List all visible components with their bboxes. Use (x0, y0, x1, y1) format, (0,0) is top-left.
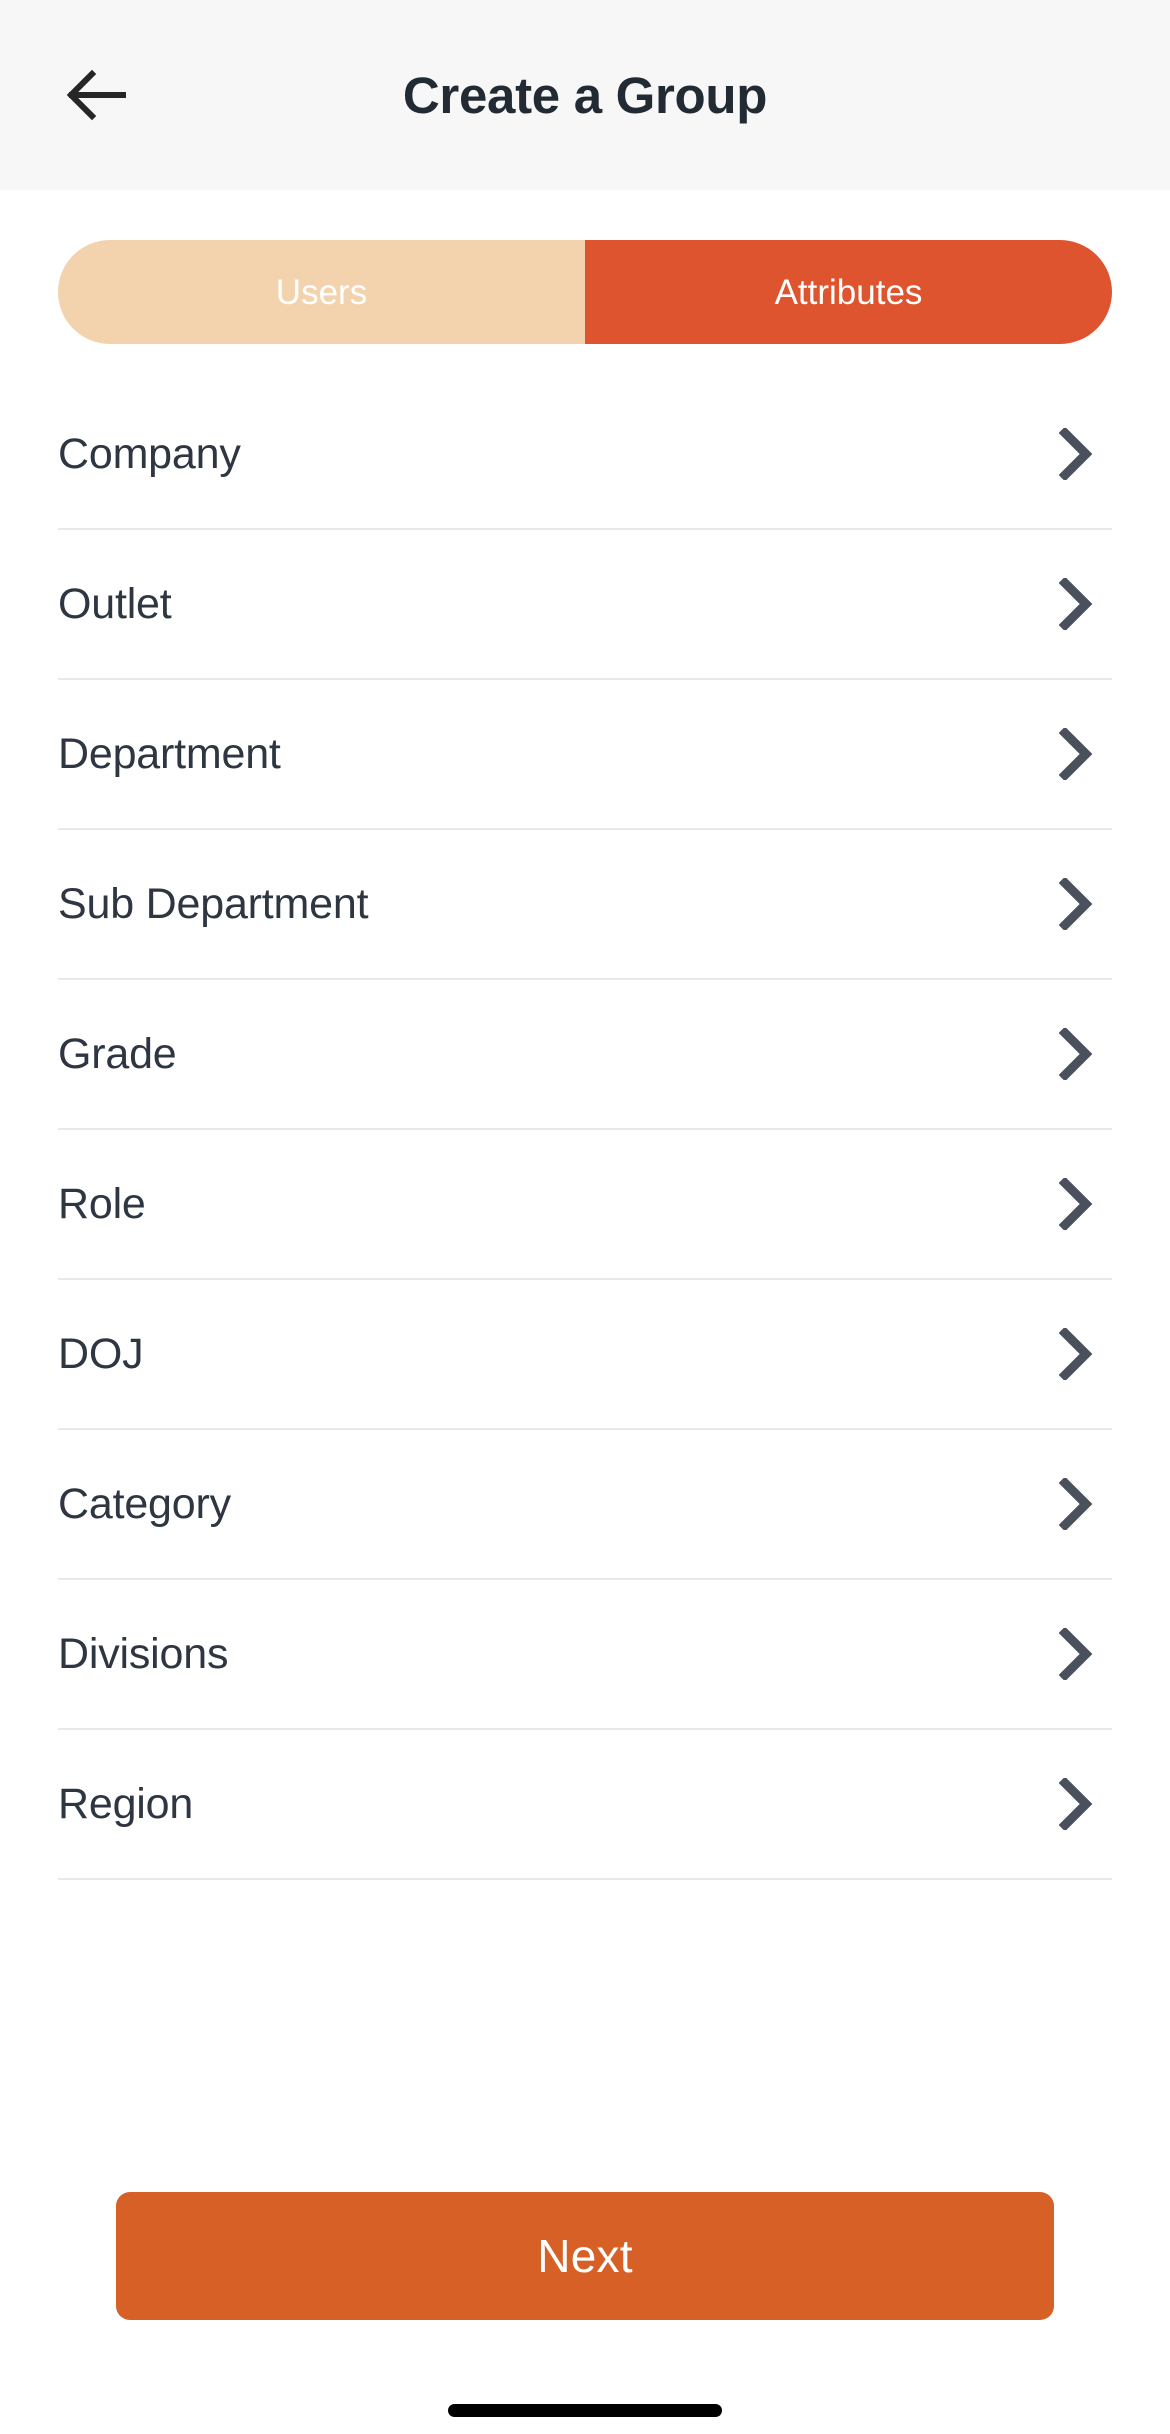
chevron-right-icon (1046, 1024, 1106, 1084)
list-item-divisions[interactable]: Divisions (58, 1580, 1112, 1730)
footer: Next (0, 2192, 1170, 2320)
home-indicator-area (0, 2386, 1170, 2434)
chevron-right-icon (1046, 424, 1106, 484)
segmented-control: Users Attributes (58, 240, 1112, 344)
chevron-right-icon (1046, 1174, 1106, 1234)
app-header: Create a Group (0, 0, 1170, 190)
next-button[interactable]: Next (116, 2192, 1054, 2320)
list-item-label: Divisions (58, 1629, 229, 1678)
back-button[interactable] (48, 47, 144, 143)
list-item-label: Grade (58, 1029, 177, 1078)
list-item-category[interactable]: Category (58, 1430, 1112, 1580)
chevron-right-icon (1046, 1324, 1106, 1384)
list-item-grade[interactable]: Grade (58, 980, 1112, 1130)
list-item-label: Outlet (58, 579, 172, 628)
list-item-label: Category (58, 1479, 231, 1528)
list-item-region[interactable]: Region (58, 1730, 1112, 1880)
chevron-right-icon (1046, 574, 1106, 634)
chevron-right-icon (1046, 1624, 1106, 1684)
chevron-right-icon (1046, 1474, 1106, 1534)
list-item-label: Region (58, 1779, 194, 1828)
attributes-list: Company Outlet Department Sub Department… (0, 380, 1170, 2192)
page-title: Create a Group (402, 66, 768, 124)
chevron-right-icon (1046, 724, 1106, 784)
list-item-department[interactable]: Department (58, 680, 1112, 830)
list-item-outlet[interactable]: Outlet (58, 530, 1112, 680)
tab-attributes[interactable]: Attributes (585, 240, 1112, 344)
segmented-control-wrap: Users Attributes (0, 190, 1170, 344)
tab-users[interactable]: Users (58, 240, 585, 344)
list-item-label: Role (58, 1179, 146, 1228)
list-item-label: DOJ (58, 1329, 144, 1378)
home-indicator (448, 2403, 722, 2417)
list-item-label: Department (58, 729, 281, 778)
list-item-label: Company (58, 429, 241, 478)
create-group-screen: Create a Group Users Attributes Company … (0, 0, 1170, 2434)
list-item-doj[interactable]: DOJ (58, 1280, 1112, 1430)
list-item-label: Sub Department (58, 879, 369, 928)
arrow-left-icon (65, 67, 127, 123)
list-item-role[interactable]: Role (58, 1130, 1112, 1280)
list-item-sub-department[interactable]: Sub Department (58, 830, 1112, 980)
chevron-right-icon (1046, 874, 1106, 934)
chevron-right-icon (1046, 1774, 1106, 1834)
list-item-company[interactable]: Company (58, 380, 1112, 530)
